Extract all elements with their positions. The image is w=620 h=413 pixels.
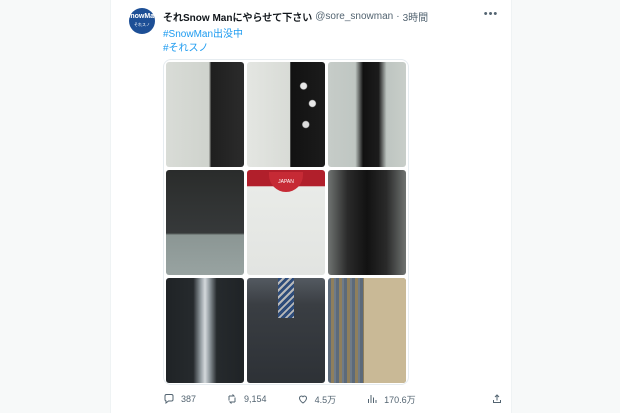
reply-button[interactable]: 387 [163, 393, 196, 405]
like-button[interactable]: 4.5万 [297, 393, 337, 406]
shirt-logo: JAPAN [269, 172, 303, 192]
avatar-line1: SnowMan [125, 13, 159, 20]
hashtag-link[interactable]: #それスノ [163, 39, 209, 54]
display-name[interactable]: それSnow Manにやらせて下さい [163, 9, 312, 24]
photo-2[interactable] [247, 62, 325, 167]
tweet-header: それSnow Manにやらせて下さい @sore_snowman · 3時間 [163, 9, 501, 24]
retweet-icon [228, 394, 236, 404]
reply-count: 387 [181, 394, 197, 404]
floral-pattern [297, 72, 319, 142]
reply-icon [164, 394, 174, 405]
photo-3[interactable] [328, 62, 406, 167]
photo-8[interactable] [247, 278, 325, 383]
photo-4[interactable] [166, 170, 244, 275]
media-grid[interactable]: JAPAN [163, 59, 409, 385]
share-button[interactable] [491, 393, 503, 405]
left-gutter [0, 0, 110, 413]
views-button[interactable]: 170.6万 [366, 393, 416, 406]
tweet-card[interactable]: SnowMan それスノ それSnow Manにやらせて下さい @sore_sn… [110, 0, 512, 413]
like-icon [298, 395, 307, 404]
retweet-count: 9,154 [244, 394, 267, 404]
views-icon [368, 395, 377, 403]
user-handle[interactable]: @sore_snowman [315, 11, 393, 22]
photo-5[interactable]: JAPAN [247, 170, 325, 275]
photo-6[interactable] [328, 170, 406, 275]
share-icon [493, 394, 501, 403]
separator-dot: · [396, 10, 400, 22]
avatar-line2: それスノ [134, 22, 150, 27]
tweet-actions: 387 9,154 4.5万 170.6万 [163, 391, 503, 407]
photo-1[interactable] [166, 62, 244, 167]
like-count: 4.5万 [314, 394, 337, 405]
avatar[interactable]: SnowMan それスノ [126, 8, 158, 34]
right-gutter [510, 0, 620, 413]
timestamp[interactable]: 3時間 [403, 9, 429, 24]
tie [278, 278, 294, 318]
jacket-panel [364, 278, 406, 383]
photo-7[interactable] [166, 278, 244, 383]
photo-9[interactable] [328, 278, 406, 383]
views-count: 170.6万 [384, 394, 416, 405]
more-horizontal-icon[interactable]: ••• [483, 8, 499, 22]
retweet-button[interactable]: 9,154 [226, 393, 267, 405]
hashtag-link[interactable]: #SnowMan出没中 [163, 25, 243, 40]
